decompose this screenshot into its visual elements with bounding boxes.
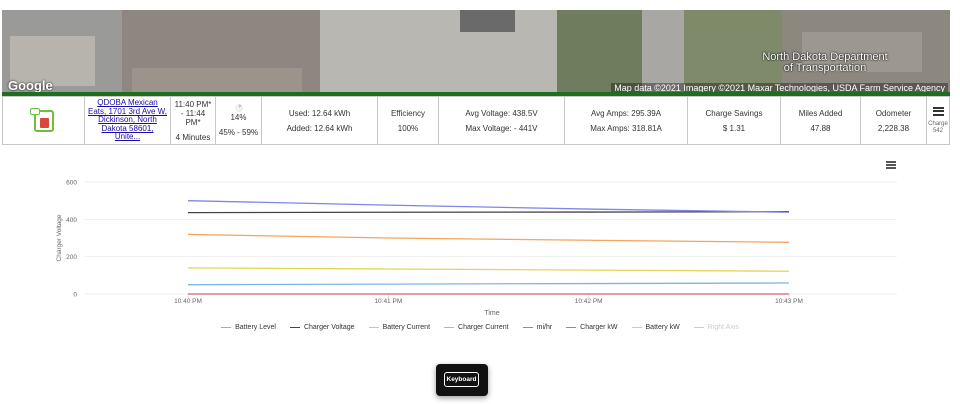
max-amps: Max Amps: 318.81A	[590, 123, 662, 133]
legend-item-battery-current[interactable]: Battery Current	[368, 324, 431, 331]
charger-cell	[3, 97, 85, 144]
series-line-battery-kw[interactable]	[187, 267, 790, 272]
map-place-label: North Dakota Department of Transportatio…	[762, 51, 888, 74]
map-trees	[557, 10, 647, 92]
charge-session-row: QDOBA Mexican Eats, 1701 3rd Ave W, Dick…	[2, 96, 950, 145]
x-tick-label: 10:41 PM	[374, 298, 402, 305]
legend-item-charger-current[interactable]: Charger Current	[444, 324, 509, 331]
energy-added: Added: 12.64 kWh	[286, 123, 353, 133]
legend-item-battery-level[interactable]: Battery Level	[221, 324, 276, 331]
y-tick-label: 400	[66, 217, 77, 224]
menu-caption: Charge 542	[928, 120, 948, 134]
avg-amps: Avg Amps: 295.39A	[590, 108, 662, 118]
battery-cell: 14% 45% - 59%	[216, 97, 262, 144]
legend-item-charger-kw[interactable]: Charger kW	[566, 324, 618, 331]
miles-cell: Miles Added 47.88	[781, 97, 861, 144]
legend-swatch	[566, 326, 577, 329]
legend-swatch	[289, 326, 300, 329]
location-cell: QDOBA Mexican Eats, 1701 3rd Ave W, Dick…	[85, 97, 171, 144]
x-tick-label: 10:40 PM	[174, 298, 202, 305]
odometer-value: 2,228.38	[877, 123, 910, 133]
series-line-charger-voltage[interactable]	[187, 211, 790, 214]
series-line-charger-current[interactable]	[187, 233, 790, 243]
legend-swatch	[631, 326, 642, 329]
avg-voltage: Avg Voltage: 438.5V	[465, 108, 538, 118]
odometer-cell: Odometer 2,228.38	[861, 97, 927, 144]
legend-item-mi-hr[interactable]: mi/hr	[522, 324, 553, 331]
y-tick-label: 200	[66, 254, 77, 261]
miles-value: 47.88	[810, 123, 831, 133]
legend-label: Right Axis	[707, 324, 739, 331]
odometer-label: Odometer	[875, 108, 912, 118]
efficiency-label: Efficiency	[390, 108, 426, 118]
y-axis-label: Charger Voltage	[56, 214, 63, 261]
hamburger-menu-icon[interactable]	[932, 106, 944, 116]
battery-percent: 14%	[230, 113, 247, 122]
charger-icon	[29, 107, 54, 132]
energy-cell: Used: 12.64 kWh Added: 12.64 kWh	[262, 97, 378, 144]
legend-swatch	[221, 326, 232, 329]
legend-swatch	[368, 326, 379, 329]
map-building	[132, 68, 302, 92]
legend-label: Battery Level	[235, 324, 276, 331]
efficiency-value: 100%	[397, 123, 419, 133]
legend-label: Battery kW	[645, 324, 680, 331]
savings-label: Charge Savings	[705, 108, 763, 118]
chart-menu-icon[interactable]	[886, 161, 896, 169]
series-line-mi-hr[interactable]	[187, 200, 790, 213]
legend-swatch	[444, 326, 455, 329]
map-parking-lot	[320, 10, 560, 92]
chart-legend: Battery Level Charger Voltage Battery Curr…	[0, 324, 960, 331]
map-attribution[interactable]: Map data ©2021 Imagery ©2021 Maxar Techn…	[611, 83, 948, 92]
legend-item-charger-voltage[interactable]: Charger Voltage	[289, 324, 355, 331]
legend-label: Charger Current	[458, 324, 509, 331]
keyboard-popup: Keyboard	[436, 364, 488, 396]
voltage-cell: Avg Voltage: 438.5V Max Voltage: - 441V	[439, 97, 565, 144]
max-voltage: Max Voltage: - 441V	[465, 123, 538, 133]
satellite-map[interactable]: North Dakota Department of Transportatio…	[2, 10, 950, 92]
time-range: 11:40 PM* - 11:44 PM*	[174, 99, 212, 127]
savings-value: $ 1.31	[722, 123, 746, 133]
legend-label: Battery Current	[382, 324, 431, 331]
amps-cell: Avg Amps: 295.39A Max Amps: 318.81A	[565, 97, 688, 144]
efficiency-cell: Efficiency 100%	[378, 97, 439, 144]
y-tick-label: 600	[66, 180, 77, 187]
chart-svg: 0 200 400 600 10:40 PM 10:41 PM 10:42 PM 10:43…	[56, 180, 897, 317]
battery-range: 45% - 59%	[218, 128, 259, 137]
series-line-battery-level[interactable]	[187, 282, 790, 286]
map-building	[460, 10, 515, 32]
legend-swatch	[522, 326, 533, 329]
google-logo: Google	[8, 78, 53, 92]
legend-label: Charger Voltage	[303, 324, 355, 331]
legend-label: mi/hr	[536, 324, 553, 331]
x-axis-label: Time	[484, 310, 499, 317]
time-cell: 11:40 PM* - 11:44 PM* 4 Minutes	[171, 97, 216, 144]
session-menu-cell[interactable]: Charge 542	[927, 97, 949, 144]
charge-chart: 0 200 400 600 10:40 PM 10:41 PM 10:42 PM 10:43…	[0, 152, 960, 342]
x-tick-label: 10:42 PM	[575, 298, 603, 305]
energy-used: Used: 12.64 kWh	[288, 108, 351, 118]
map-road	[642, 10, 684, 92]
location-link[interactable]: QDOBA Mexican Eats, 1701 3rd Ave W, Dick…	[88, 99, 167, 142]
legend-swatch	[693, 326, 704, 329]
miles-label: Miles Added	[798, 108, 843, 118]
battery-pie-icon	[234, 104, 243, 112]
keyboard-button[interactable]: Keyboard	[444, 372, 479, 387]
legend-item-battery-kw[interactable]: Battery kW	[631, 324, 680, 331]
legend-item-right-axis[interactable]: Right Axis	[693, 324, 739, 331]
y-tick-label: 0	[73, 292, 77, 299]
savings-cell: Charge Savings $ 1.31	[688, 97, 781, 144]
x-tick-label: 10:43 PM	[775, 298, 803, 305]
duration: 4 Minutes	[175, 132, 211, 142]
legend-label: Charger kW	[580, 324, 618, 331]
